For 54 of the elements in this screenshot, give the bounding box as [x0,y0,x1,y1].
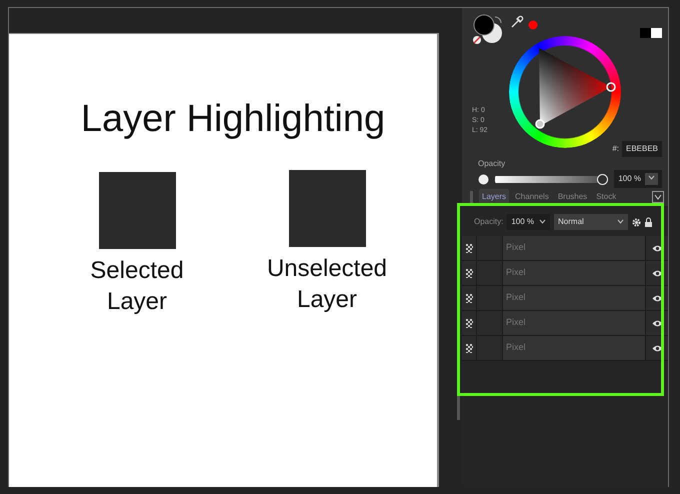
panel-tab[interactable]: Brushes [554,189,590,205]
hex-field[interactable]: EBEBEB [622,141,662,157]
panel-grip[interactable] [470,191,473,203]
eye-icon[interactable] [652,320,662,326]
color-handle[interactable] [535,119,545,129]
swatch-label: Unselected Layer [266,254,388,316]
chevron-icon [617,218,624,225]
hue-handle[interactable] [606,82,616,92]
checker-icon [466,318,472,328]
layer-thumbnail [477,336,503,360]
layer-row[interactable]: Pixel [462,311,668,336]
checker-icon [466,244,472,252]
checker-icon [466,294,472,302]
eye-icon[interactable] [652,344,662,352]
layer-name: Pixel [503,336,646,360]
layer-row[interactable]: Pixel [462,261,668,286]
slide-title: Layer Highlighting [80,97,386,142]
color-swatches-icon[interactable] [472,14,504,46]
lock-icon[interactable] [645,217,652,227]
collapse-icon[interactable] [652,191,664,203]
layer-thumbnail [477,236,503,260]
hex-label: #: [612,143,619,155]
eyedropper-icon[interactable] [510,15,524,29]
opacity-dot-icon [478,174,489,184]
blend-mode-dropdown[interactable]: Normal [554,214,628,230]
chevron-icon [648,174,655,181]
layer-name: Pixel [503,236,646,260]
chevron-icon [539,218,546,225]
opacity-dropdown[interactable]: 100 % [507,214,550,230]
layer-thumbnail [477,311,503,335]
layer-row[interactable]: Pixel [462,336,668,361]
color-dot-icon [528,20,538,30]
panel-tab[interactable]: Channels [512,189,552,205]
layer-row[interactable]: Pixel [462,286,668,311]
opacity-field[interactable]: 100 % [614,170,662,188]
checker-icon [466,344,472,352]
eye-icon[interactable] [652,270,662,276]
eye-icon[interactable] [652,244,662,252]
panel-tab[interactable]: Stock [593,189,620,205]
layer-thumbnail [477,261,503,285]
layer-name: Pixel [503,261,646,285]
opacity-label: Opacity: [474,216,504,228]
checker-icon [466,268,472,278]
eye-icon[interactable] [652,294,662,302]
gear-icon[interactable] [632,218,642,226]
layer-name: Pixel [503,286,646,310]
layer-thumbnail [477,286,503,310]
layer-row[interactable]: Pixel [462,236,668,261]
color-mode-toggle[interactable] [640,28,662,38]
swatch-label: Selected Layer [89,256,185,318]
layer-name: Pixel [503,311,646,335]
opacity-label: Opacity [478,158,506,170]
slider-thumb[interactable] [597,174,608,184]
opacity-slider[interactable] [495,174,608,184]
